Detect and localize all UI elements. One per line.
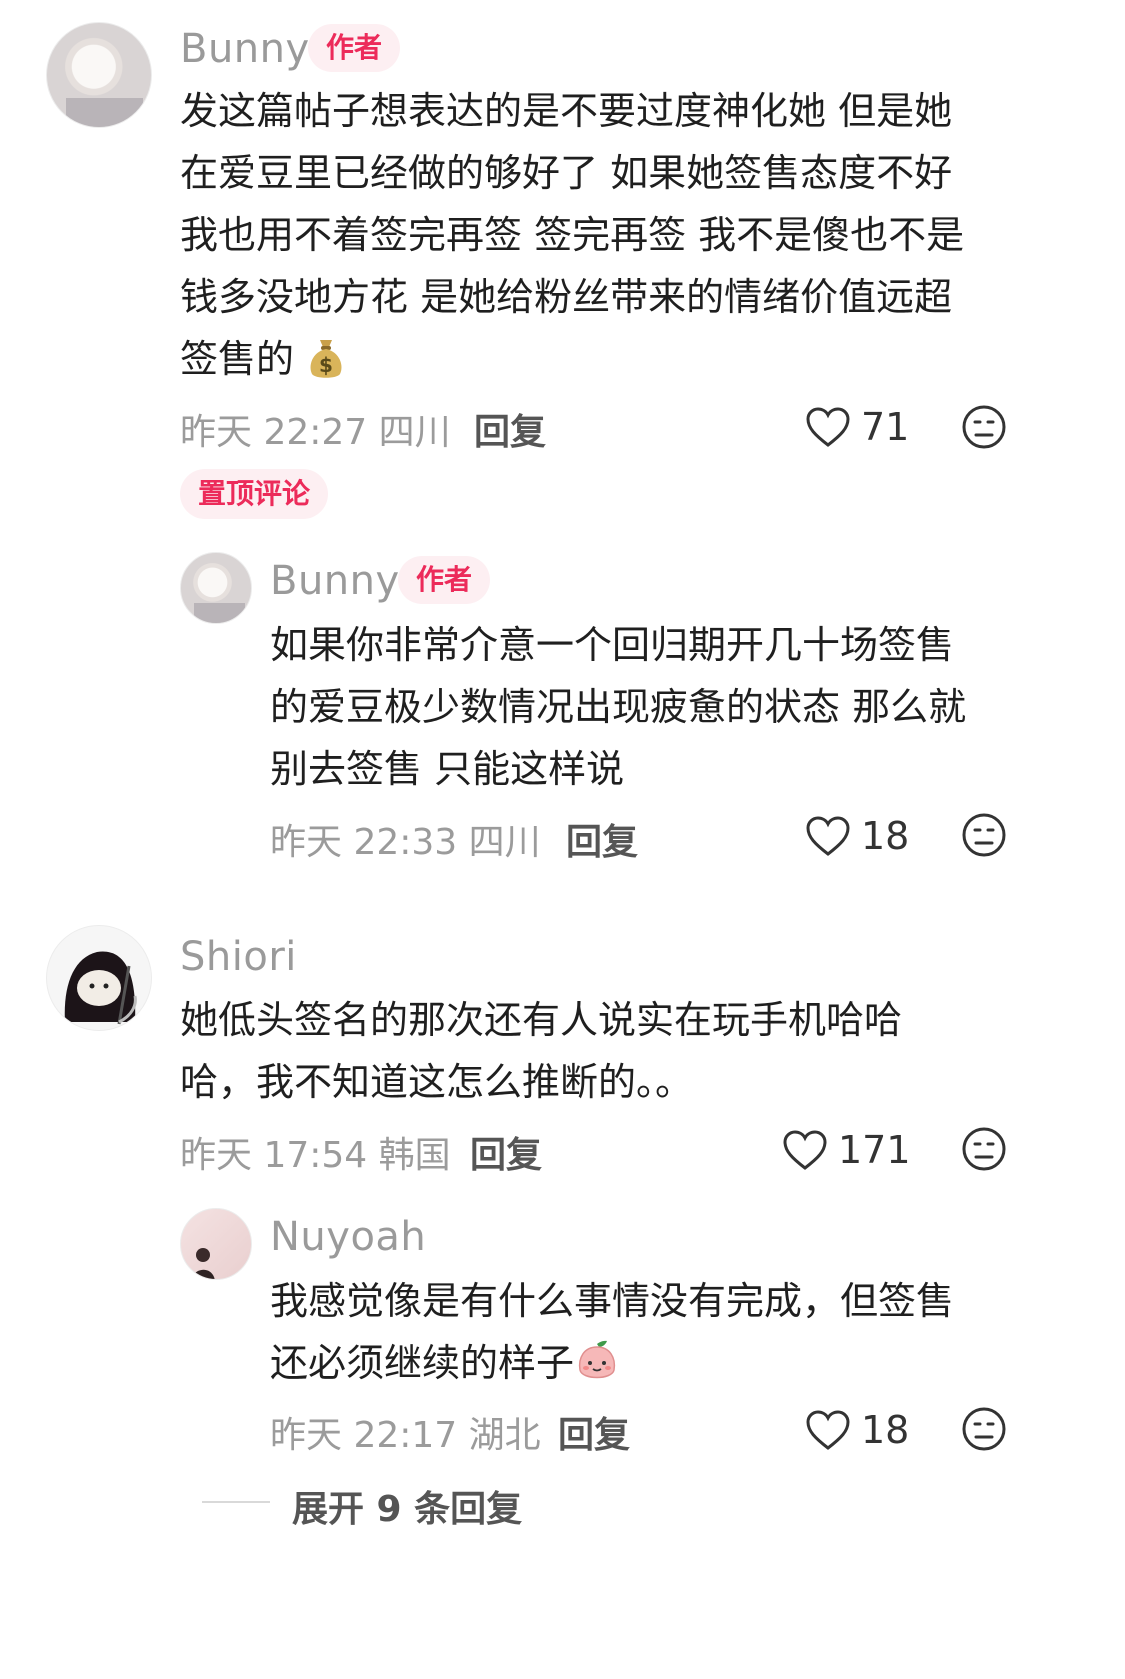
comment-time: 昨天 22:27 xyxy=(180,412,368,453)
author-badge: 作者 xyxy=(308,24,401,72)
comment-location: 四川 xyxy=(468,822,541,863)
comment-text: 她低头签名的那次还有人说实在玩手机哈哈 哈，我不知道这怎么推断的。。 xyxy=(180,998,903,1104)
heart-icon xyxy=(806,816,850,856)
comment-text: 发这篇帖子想表达的是不要过度神化她 但是她 在爱豆里已经做的够好了 如果她签售态… xyxy=(180,80,1040,398)
avatar[interactable] xyxy=(180,552,252,624)
like-button[interactable]: 171 xyxy=(782,1128,911,1172)
avatar[interactable] xyxy=(46,22,152,128)
comment-author[interactable]: Shiori xyxy=(180,934,297,980)
author-badge: 作者 xyxy=(398,556,491,604)
dislike-icon[interactable] xyxy=(961,812,1007,858)
like-button[interactable]: 18 xyxy=(805,814,909,858)
heart-icon xyxy=(806,1410,850,1450)
comment-meta: 昨天 22:17 湖北 xyxy=(270,1406,541,1458)
svg-text:$: $ xyxy=(319,353,333,377)
reply-button[interactable]: 回复 xyxy=(558,1406,630,1458)
reply-button[interactable]: 回复 xyxy=(470,1126,542,1178)
comment-text: 如果你非常介意一个回归期开几十场签售 的爱豆极少数情况出现疲惫的状态 那么就 别… xyxy=(270,623,967,791)
peach-face-icon xyxy=(574,1338,620,1402)
comment-meta: 昨天 22:27 四川 xyxy=(180,403,451,455)
comment-author[interactable]: Bunny xyxy=(180,26,310,72)
comment-location: 湖北 xyxy=(468,1415,541,1456)
like-count: 18 xyxy=(861,814,910,858)
pinned-badge: 置顶评论 xyxy=(180,469,329,519)
like-count: 171 xyxy=(838,1128,911,1172)
comment-time: 昨天 22:33 xyxy=(270,822,458,863)
reply-button[interactable]: 回复 xyxy=(566,813,638,865)
dislike-icon[interactable] xyxy=(961,1126,1007,1172)
comment-text: 我感觉像是有什么事情没有完成，但签售 还必须继续的样子 xyxy=(270,1270,1030,1402)
comment-time: 昨天 22:17 xyxy=(270,1415,458,1456)
like-button[interactable]: 18 xyxy=(805,1408,909,1452)
expand-divider xyxy=(202,1501,270,1503)
like-count: 18 xyxy=(861,1408,910,1452)
person-avatar-icon xyxy=(191,1248,215,1279)
comment-author[interactable]: Nuyoah xyxy=(270,1214,426,1260)
comment-text-content: 发这篇帖子想表达的是不要过度神化她 但是她 在爱豆里已经做的够好了 如果她签售态… xyxy=(180,89,965,381)
comment-author[interactable]: Bunny xyxy=(270,558,400,604)
like-button[interactable]: 71 xyxy=(805,405,909,449)
expand-replies-button[interactable]: 展开 9 条回复 xyxy=(292,1480,522,1532)
comment-time: 昨天 17:54 xyxy=(180,1135,368,1176)
like-count: 71 xyxy=(861,405,910,449)
heart-icon xyxy=(806,407,850,447)
dislike-icon[interactable] xyxy=(961,404,1007,450)
money-bag-icon: $ xyxy=(306,336,346,398)
comment-location: 四川 xyxy=(378,412,451,453)
grim-reaper-avatar-icon xyxy=(64,951,137,1025)
avatar[interactable] xyxy=(180,1208,252,1280)
comment-meta: 昨天 22:33 四川 xyxy=(270,813,541,865)
reply-button[interactable]: 回复 xyxy=(474,403,546,455)
comment-meta: 昨天 17:54 韩国 xyxy=(180,1126,451,1178)
heart-icon xyxy=(783,1130,827,1170)
comment-location: 韩国 xyxy=(378,1135,451,1176)
avatar[interactable] xyxy=(46,925,152,1031)
dislike-icon[interactable] xyxy=(961,1406,1007,1452)
